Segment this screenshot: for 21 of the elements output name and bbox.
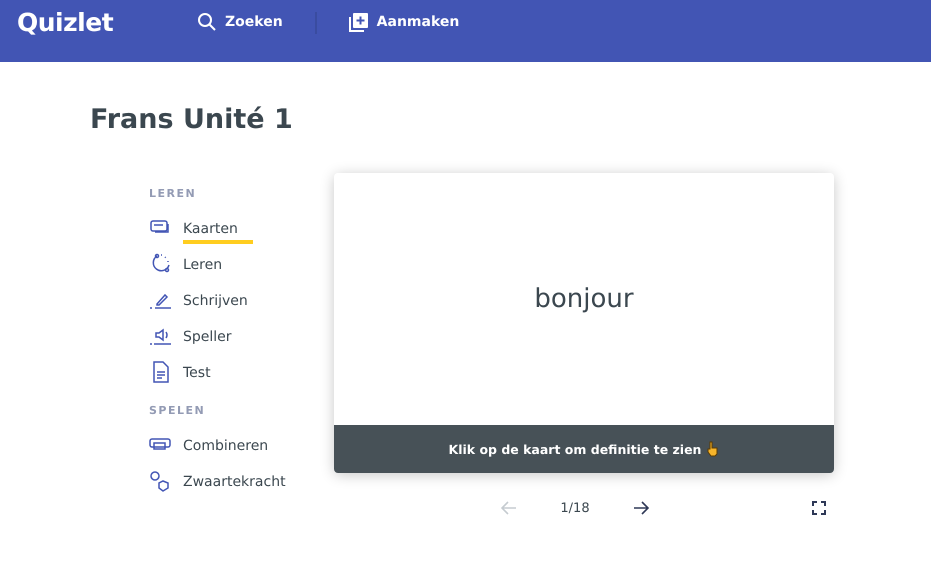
pointing-hand-icon [707,441,720,457]
section-heading: LEREN [149,187,198,200]
mode-item[interactable]: Zwaartekracht [149,463,286,499]
mode-item[interactable]: Leren [149,246,222,282]
card-counter: 1/18 [559,500,591,516]
mode-item[interactable]: Combineren [149,427,268,463]
search-icon [197,12,217,32]
fullscreen-button[interactable] [810,499,828,517]
logo[interactable]: Quizlet [17,8,197,37]
card-term: bonjour [534,284,634,314]
section-heading: SPELEN [149,404,206,417]
mode-item[interactable]: Kaarten [149,210,253,246]
mode-item[interactable]: Schrijven [149,282,248,318]
mode-item[interactable]: Speller [149,318,232,354]
create-button[interactable]: Aanmaken [348,8,460,36]
flashcard[interactable]: bonjour Klik op de kaart om definitie te zien [334,173,834,473]
set-title: Frans Unité 1 [90,104,294,135]
search-button[interactable]: Zoeken [197,8,283,36]
mode-item[interactable]: Test [149,354,211,390]
add-icon [348,12,369,32]
hint-text: Klik op de kaart om definitie te zien [448,442,702,456]
